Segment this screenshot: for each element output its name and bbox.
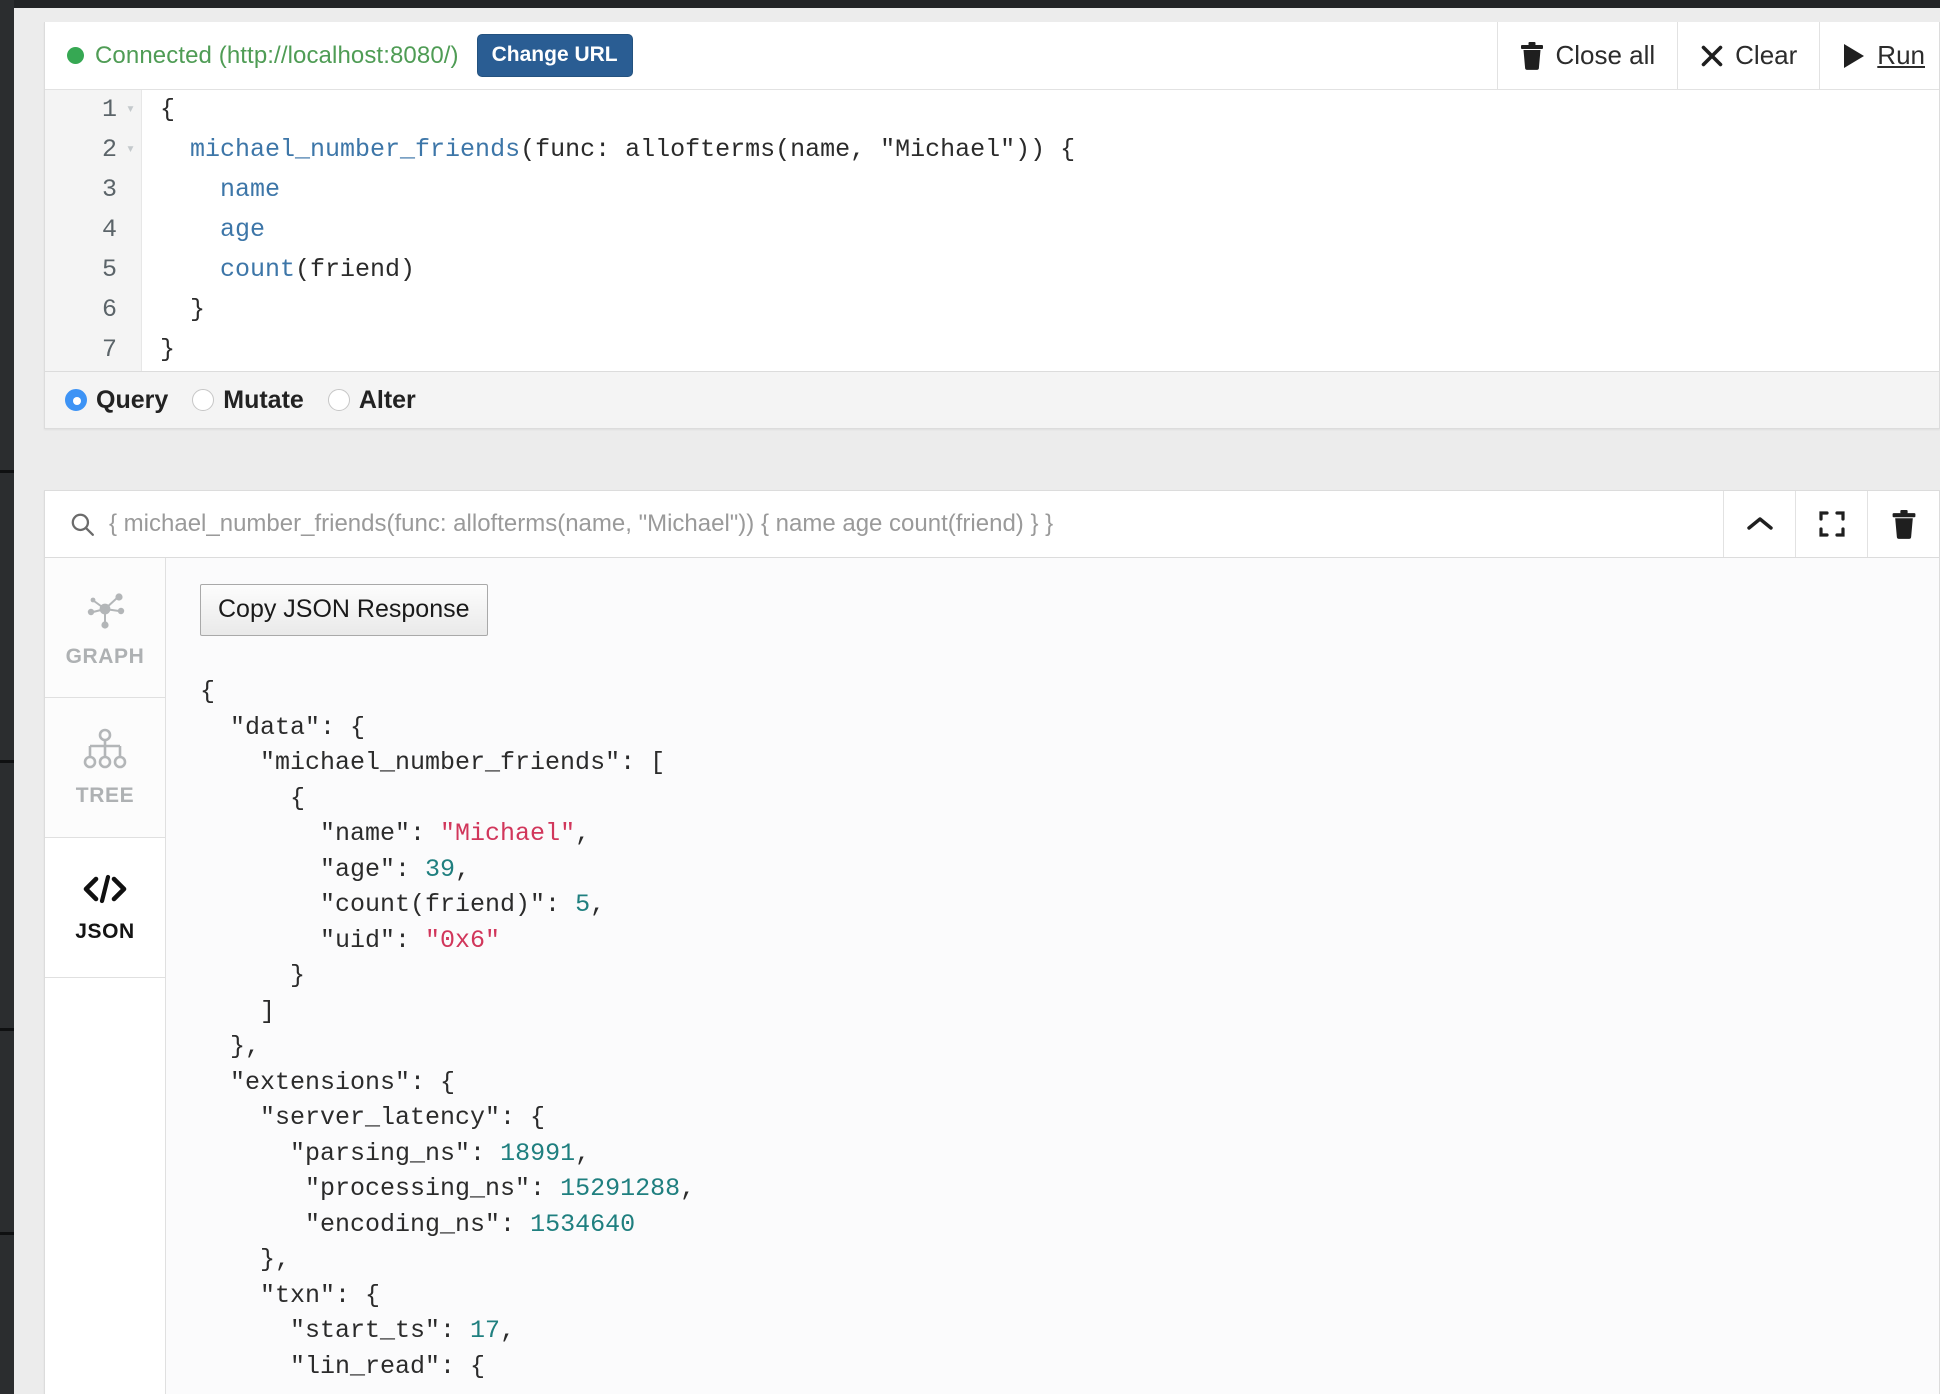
- editor-line-number: 4: [101, 215, 117, 244]
- search-icon: [69, 511, 95, 537]
- fullscreen-button[interactable]: [1795, 491, 1867, 557]
- result-header: { michael_number_friends(func: allofterm…: [45, 491, 1939, 558]
- green-dot-icon: [67, 47, 84, 64]
- fullscreen-icon: [1818, 511, 1845, 537]
- tab-tree-label: TREE: [75, 783, 135, 807]
- radio-mutate[interactable]: [192, 389, 215, 411]
- tab-tree[interactable]: TREE: [45, 698, 165, 838]
- json-line: "data": {: [200, 712, 366, 742]
- editor-gutter: 1 ▾ 2 ▾ 3 4 5 6 7: [45, 90, 142, 371]
- json-line: {: [200, 783, 306, 813]
- json-line: "parsing_ns": 18991,: [200, 1138, 591, 1168]
- json-line: ]: [200, 996, 276, 1026]
- window-top-bar: [0, 0, 1940, 8]
- connection-status: Connected (http://localhost:8080/) Chang…: [45, 34, 633, 77]
- mode-label-alter: Alter: [358, 385, 416, 414]
- app-left-rail[interactable]: [0, 0, 14, 1394]
- json-response-text: { "data": { "michael_number_friends": [ …: [200, 674, 1939, 1384]
- rail-divider: [0, 470, 14, 473]
- json-line: "count(friend)": 5,: [200, 890, 606, 919]
- graphql-code-editor[interactable]: 1 ▾ 2 ▾ 3 4 5 6 7 { michael_number_friends(func:…: [45, 90, 1939, 371]
- json-line: "uid": "0x6": [200, 925, 501, 955]
- collapse-button[interactable]: [1723, 491, 1795, 557]
- fold-triangle-icon[interactable]: ▾: [126, 130, 135, 170]
- result-body: GRAPH TREE JSON Copy JSON Response {"da…: [45, 558, 1939, 1394]
- close-all-button[interactable]: Close all: [1497, 21, 1677, 90]
- executed-query-row[interactable]: { michael_number_friends(func: allofterm…: [45, 491, 1723, 557]
- page-margin: [14, 8, 44, 1394]
- play-icon: [1842, 43, 1866, 69]
- json-line: "michael_number_friends": [: [200, 748, 666, 777]
- connection-bar: Connected (http://localhost:8080/) Chang…: [45, 21, 1939, 90]
- editor-code-area[interactable]: { michael_number_friends(func: allofterm…: [142, 90, 1939, 371]
- rail-divider: [0, 1028, 14, 1031]
- json-line: },: [200, 1032, 261, 1061]
- editor-code-line: michael_number_friends(func: allofterms(…: [190, 135, 1076, 164]
- rail-divider: [0, 1232, 14, 1235]
- connection-status-label: Connected (http://localhost:8080/): [95, 41, 459, 69]
- json-line: "processing_ns": 15291288,: [200, 1174, 696, 1203]
- json-line: {: [200, 677, 216, 706]
- json-line: },: [200, 1245, 291, 1274]
- json-line: "age": 39,: [200, 854, 471, 884]
- run-button[interactable]: Run: [1819, 21, 1939, 90]
- editor-code-line: }: [160, 295, 206, 324]
- copy-json-response-button[interactable]: Copy JSON Response: [200, 584, 488, 636]
- executed-query-text: { michael_number_friends(func: allofterm…: [109, 510, 1054, 537]
- editor-code-line: count(friend): [220, 255, 416, 284]
- json-line: "extensions": {: [200, 1067, 456, 1097]
- radio-query[interactable]: [65, 389, 87, 411]
- tab-graph[interactable]: GRAPH: [45, 558, 165, 698]
- json-line: "lin_read": {: [200, 1351, 486, 1381]
- json-line: "encoding_ns": 1534640: [200, 1209, 636, 1239]
- mode-option-query[interactable]: Query: [65, 386, 168, 415]
- json-line: "server_latency": {: [200, 1103, 546, 1132]
- rail-divider: [0, 760, 14, 763]
- json-response-pane: Copy JSON Response { "data": { "michael_…: [166, 558, 1939, 1394]
- change-url-button[interactable]: Change URL: [476, 34, 633, 77]
- code-brackets-icon: [81, 872, 129, 906]
- mode-label-mutate: Mutate: [223, 385, 304, 414]
- mode-label-query: Query: [96, 385, 169, 414]
- editor-line-number: 3: [101, 175, 117, 204]
- tab-graph-label: GRAPH: [65, 644, 145, 668]
- close-x-icon: [1700, 44, 1724, 68]
- radio-alter[interactable]: [327, 389, 350, 411]
- trash-icon: [1891, 509, 1917, 539]
- mode-option-mutate[interactable]: Mutate: [192, 386, 304, 415]
- tab-json[interactable]: JSON: [45, 838, 165, 978]
- delete-result-button[interactable]: [1867, 491, 1939, 557]
- editor-line-number: 7: [101, 335, 117, 364]
- operation-mode-bar: Query Mutate Alter: [44, 372, 1940, 429]
- json-line: "start_ts": 17,: [200, 1316, 516, 1345]
- run-label: Run: [1877, 40, 1925, 70]
- query-actions: Close all Clear Run: [1497, 21, 1939, 90]
- graph-nodes-icon: [81, 587, 129, 631]
- trash-icon: [1520, 41, 1544, 70]
- tab-json-label: JSON: [75, 919, 135, 943]
- json-line: "txn": {: [200, 1280, 381, 1310]
- result-view-tabs: GRAPH TREE JSON: [45, 558, 166, 1394]
- query-editor-card: Connected (http://localhost:8080/) Chang…: [44, 21, 1940, 372]
- clear-button[interactable]: Clear: [1677, 21, 1819, 90]
- tree-hierarchy-icon: [81, 728, 129, 770]
- editor-line-number: 6: [101, 295, 117, 324]
- json-line: }: [200, 961, 306, 990]
- editor-code-line: age: [220, 215, 266, 244]
- fold-triangle-icon[interactable]: ▾: [126, 90, 135, 130]
- chevron-up-icon: [1745, 514, 1775, 534]
- editor-line-number: 5: [101, 255, 117, 284]
- editor-code-line: {: [160, 95, 176, 124]
- ratel-app-window: Connected (http://localhost:8080/) Chang…: [0, 0, 1940, 1394]
- editor-line-number: 1 ▾: [45, 90, 141, 130]
- query-result-card: { michael_number_friends(func: allofterm…: [44, 490, 1940, 1394]
- editor-line-number: 2 ▾: [45, 130, 141, 170]
- editor-code-line: name: [220, 175, 281, 204]
- json-line: "name": "Michael",: [200, 819, 591, 848]
- mode-option-alter[interactable]: Alter: [327, 385, 416, 415]
- editor-code-line: }: [160, 335, 176, 364]
- close-all-label: Close all: [1555, 40, 1656, 70]
- clear-label: Clear: [1735, 40, 1798, 70]
